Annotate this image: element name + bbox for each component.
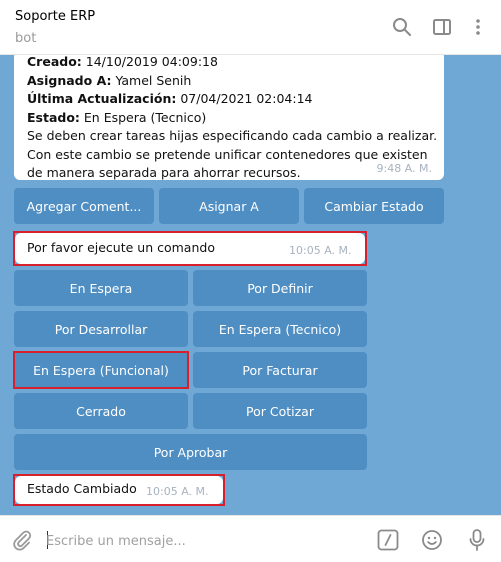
emoji-icon[interactable] [421,529,443,551]
status-changed-message: Estado Cambiado 10:05 A. M. [15,476,223,504]
assign-to-button[interactable]: Asignar A [159,188,299,224]
chat-subtitle: bot [15,31,37,46]
status-cerrado-button[interactable]: Cerrado [14,393,188,429]
add-comment-button[interactable]: Agregar Coment... [14,188,154,224]
attach-icon[interactable] [11,529,33,551]
status-por-desarrollar-button[interactable]: Por Desarrollar [14,311,188,347]
chat-title[interactable]: Soporte ERP [15,9,95,24]
change-status-button[interactable]: Cambiar Estado [304,188,444,224]
status-en-espera-button[interactable]: En Espera [14,270,188,306]
message-composer [0,515,501,562]
search-icon[interactable] [392,17,412,37]
chat-area[interactable]: Creado: 14/10/2019 04:09:18 Asignado A: … [0,55,501,515]
status-changed-text: Estado Cambiado [27,481,137,496]
status-por-definir-button[interactable]: Por Definir [193,270,367,306]
bot-prompt-message: Por favor ejecute un comando 10:05 A. M. [15,233,365,264]
message-line-note: Se deben crear tareas hijas especificand… [27,128,438,143]
message-line-updated: Última Actualización: 07/04/2021 02:04:1… [27,91,313,106]
message-line-status: Estado: En Espera (Tecnico) [27,109,207,125]
message-line-assigned: Asignado A: Yamel Senih [27,72,192,88]
message-line-note: de manera separada para ahorrar recursos… [27,165,301,180]
chat-header: Soporte ERP bot [0,0,501,55]
sidebar-toggle-icon[interactable] [432,17,452,37]
bot-prompt-time: 10:05 A. M. [289,244,352,257]
status-por-facturar-button[interactable]: Por Facturar [193,352,367,388]
more-options-icon[interactable] [468,17,488,37]
message-input[interactable] [46,530,356,552]
message-timestamp: 9:48 A. M. [376,162,432,175]
status-en-espera-tecnico-button[interactable]: En Espera (Tecnico) [193,311,367,347]
microphone-icon[interactable] [467,528,487,552]
message-line-note: Con este cambio se pretende unificar con… [27,146,428,162]
ticket-message: Creado: 14/10/2019 04:09:18 Asignado A: … [14,55,444,180]
message-line-created: Creado: 14/10/2019 04:09:18 [27,55,218,69]
status-por-aprobar-button[interactable]: Por Aprobar [14,434,367,470]
bot-prompt-text: Por favor ejecute un comando [27,240,215,255]
status-changed-time: 10:05 A. M. [146,485,209,498]
bot-commands-icon[interactable] [377,529,399,551]
status-en-espera-funcional-button[interactable]: En Espera (Funcional) [14,352,188,388]
status-por-cotizar-button[interactable]: Por Cotizar [193,393,367,429]
